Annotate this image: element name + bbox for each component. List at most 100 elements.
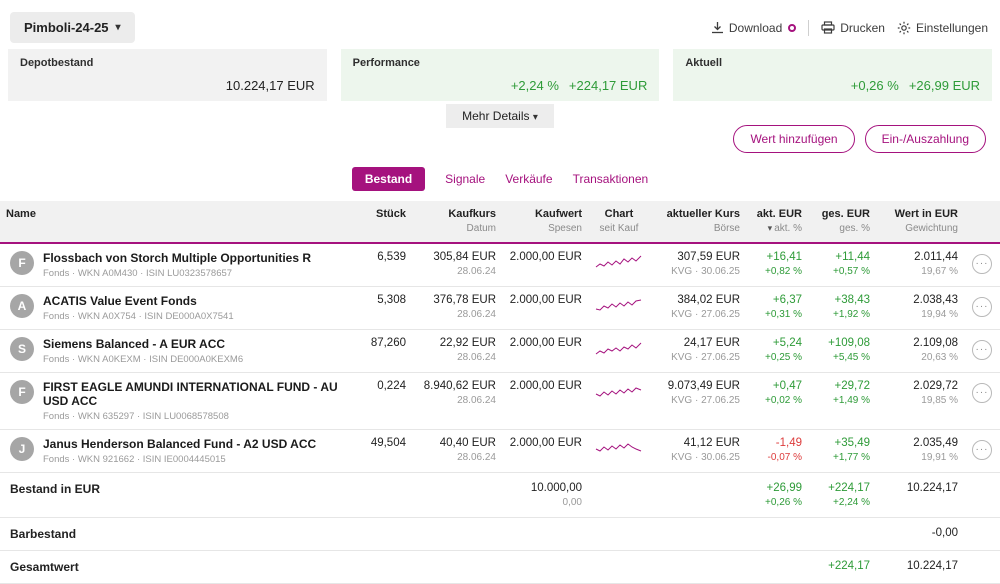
col-header-kurs[interactable]: aktueller Kurs Börse (650, 201, 746, 243)
row-menu-button[interactable]: ··· (972, 297, 992, 317)
cell-ges: +35,49 +1,77 % (808, 429, 876, 473)
holdings-table: Name Stück Kaufkurs Datum Kaufwert Spesen … (0, 201, 1000, 584)
total-row-bestand: Bestand in EUR 10.000,00 0,00 +26,99 +0,26… (0, 472, 1000, 518)
cell-akt: +16,41 +0,82 % (746, 243, 808, 287)
cell-kaufkurs: 376,78 EUR 28.06.24 (412, 286, 502, 330)
portfolio-name: Pimboli-24-25 (24, 20, 109, 35)
cell-kaufkurs: 8.940,62 EUR 28.06.24 (412, 372, 502, 430)
aktuell-value: +26,99 EUR (908, 78, 981, 93)
fund-meta: Fonds · WKN A0X754 · ISIN DE000A0X7541 (43, 311, 234, 322)
table-row: F Flossbach von Storch Multiple Opportun… (0, 243, 1000, 287)
portfolio-selector[interactable]: Pimboli-24-25 ▾ (10, 12, 135, 43)
col-header-stueck[interactable]: Stück (352, 201, 412, 243)
table-row: F FIRST EAGLE AMUNDI INTERNATIONAL FUND … (0, 372, 1000, 430)
tab-signale[interactable]: Signale (445, 172, 485, 186)
aktuell-percent: +0,26 % (850, 78, 899, 93)
total-label: Bestand in EUR (10, 482, 101, 496)
fund-avatar: J (10, 437, 34, 461)
download-button[interactable]: Download (711, 21, 797, 35)
fund-name-link[interactable]: FIRST EAGLE AMUNDI INTERNATIONAL FUND - … (43, 380, 346, 408)
table-header-row: Name Stück Kaufkurs Datum Kaufwert Spesen … (0, 201, 1000, 243)
card-label: Depotbestand (20, 57, 94, 69)
fund-meta: Fonds · WKN A0KEXM · ISIN DE000A0KEXM6 (43, 354, 244, 365)
cell-ges-gesamt: +224,17 (808, 550, 876, 584)
row-menu-button[interactable]: ··· (972, 383, 992, 403)
cell-wert: 2.109,08 20,63 % (876, 329, 964, 373)
fund-avatar: F (10, 251, 34, 275)
cell-stueck: 5,308 (352, 286, 412, 330)
fund-name-link[interactable]: Janus Henderson Balanced Fund - A2 USD A… (43, 437, 316, 451)
cell-kaufwert: 2.000,00 EUR (502, 372, 588, 430)
col-header-wert[interactable]: Wert in EUR Gewichtung (876, 201, 964, 243)
card-label: Performance (352, 57, 420, 69)
cell-kaufkurs: 22,92 EUR 28.06.24 (412, 329, 502, 373)
cell-stueck: 0,224 (352, 372, 412, 430)
cell-akt: +0,47 +0,02 % (746, 372, 808, 430)
cell-ges: +29,72 +1,49 % (808, 372, 876, 430)
settings-button[interactable]: Einstellungen (897, 21, 988, 35)
cell-kurs: 384,02 EUR KVG · 27.06.25 (650, 286, 746, 330)
cell-wert: 2.011,44 19,67 % (876, 243, 964, 287)
row-menu-button[interactable]: ··· (972, 254, 992, 274)
cell-wert: 2.035,49 19,91 % (876, 429, 964, 473)
total-row-gesamtwert: Gesamtwert +224,17 10.224,17 (0, 550, 1000, 584)
deposit-withdrawal-button[interactable]: Ein-/Auszahlung (864, 125, 986, 153)
fund-meta: Fonds · WKN A0M430 · ISIN LU0323578657 (43, 268, 233, 279)
cell-wert: 2.038,43 19,94 % (876, 286, 964, 330)
fund-name-link[interactable]: Siemens Balanced - A EUR ACC (43, 337, 243, 351)
table-row: J Janus Henderson Balanced Fund - A2 USD… (0, 429, 1000, 473)
col-header-name[interactable]: Name (0, 201, 352, 243)
col-header-akt[interactable]: akt. EUR ▾ akt. % (746, 201, 808, 243)
col-header-ges[interactable]: ges. EUR ges. % (808, 201, 876, 243)
col-header-kaufkurs[interactable]: Kaufkurs Datum (412, 201, 502, 243)
col-header-chart: Chart seit Kauf (588, 201, 650, 243)
cell-kaufwert: 2.000,00 EUR (502, 429, 588, 473)
tab-verkaeufe[interactable]: Verkäufe (505, 172, 552, 186)
add-value-button[interactable]: Wert hinzufügen (733, 125, 855, 153)
col-header-menu (964, 201, 1000, 243)
cell-ges: +11,44 +0,57 % (808, 243, 876, 287)
printer-icon (821, 21, 835, 34)
fund-name-link[interactable]: ACATIS Value Event Fonds (43, 294, 234, 308)
cell-stueck: 6,539 (352, 243, 412, 287)
tab-bestand[interactable]: Bestand (351, 167, 426, 191)
cell-kurs: 307,59 EUR KVG · 30.06.25 (650, 243, 746, 287)
col-header-kaufwert[interactable]: Kaufwert Spesen (502, 201, 588, 243)
cell-akt: -1,49 -0,07 % (746, 429, 808, 473)
cell-ges: +38,43 +1,92 % (808, 286, 876, 330)
fund-avatar: A (10, 294, 34, 318)
cell-kurs: 9.073,49 EUR KVG · 27.06.25 (650, 372, 746, 430)
download-icon (711, 22, 723, 34)
total-label: Gesamtwert (10, 560, 79, 574)
summary-band: Depotbestand 10.224,17 EUR Performance +… (0, 49, 1000, 101)
fund-avatar: F (10, 380, 34, 404)
more-details-button[interactable]: Mehr Details ▾ (446, 104, 554, 128)
tab-bar: Bestand Signale Verkäufe Transaktionen (0, 167, 1000, 191)
separator (808, 19, 810, 36)
sort-chevron-icon: ▾ (767, 223, 773, 233)
table-row: A ACATIS Value Event Fonds Fonds · WKN A… (0, 286, 1000, 330)
cell-wert-gesamt: 10.224,17 (876, 550, 964, 584)
chevron-down-icon: ▾ (532, 112, 538, 123)
more-details-row: Mehr Details ▾ (0, 104, 1000, 128)
table-row: S Siemens Balanced - A EUR ACC Fonds · W… (0, 329, 1000, 373)
cell-kaufkurs: 40,40 EUR 28.06.24 (412, 429, 502, 473)
tab-transaktionen[interactable]: Transaktionen (573, 172, 649, 186)
print-button[interactable]: Drucken (821, 21, 885, 35)
cell-ges: +109,08 +5,45 % (808, 329, 876, 373)
sparkline-chart (588, 372, 650, 430)
row-menu-button[interactable]: ··· (972, 440, 992, 460)
cell-wert: 2.029,72 19,85 % (876, 372, 964, 430)
fund-name-link[interactable]: Flossbach von Storch Multiple Opportunit… (43, 251, 311, 265)
fund-avatar: S (10, 337, 34, 361)
cell-kaufwert: 2.000,00 EUR (502, 243, 588, 287)
depot-value: 10.224,17 EUR (225, 78, 315, 93)
sparkline-chart (588, 329, 650, 373)
card-label: Aktuell (685, 57, 723, 69)
card-performance: Performance +2,24 % +224,17 EUR (340, 49, 660, 101)
cell-kaufwert: 2.000,00 EUR (502, 329, 588, 373)
topbar-actions: Download Drucken Einstellungen (711, 19, 988, 36)
card-depotbestand: Depotbestand 10.224,17 EUR (8, 49, 327, 101)
row-menu-button[interactable]: ··· (972, 340, 992, 360)
performance-value: +224,17 EUR (568, 78, 648, 93)
